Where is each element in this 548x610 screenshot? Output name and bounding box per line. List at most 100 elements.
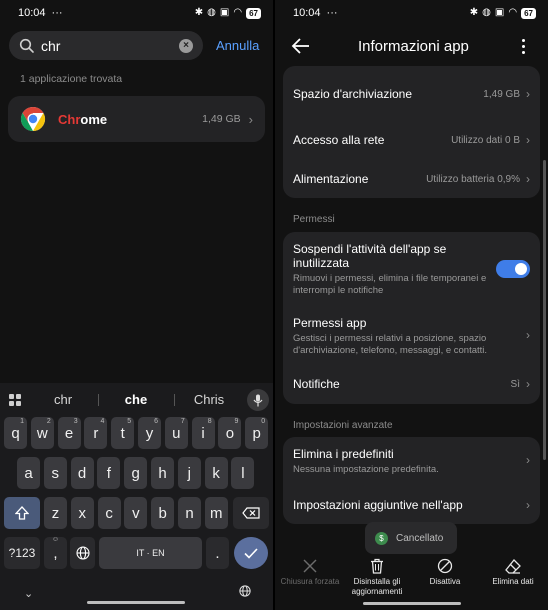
- key-c[interactable]: c: [97, 497, 121, 529]
- key-label: u: [172, 424, 181, 442]
- app-name-rest: ome: [80, 111, 108, 127]
- key-u[interactable]: u7: [164, 417, 188, 449]
- clear-defaults-description: Nessuna impostazione predefinita.: [293, 464, 439, 475]
- key-t[interactable]: t5: [111, 417, 135, 449]
- bluetooth-icon: ✱: [469, 7, 479, 18]
- space-key[interactable]: IT · EN: [99, 537, 202, 569]
- results-count: 1 applicazione trovata: [20, 73, 123, 85]
- scrollbar[interactable]: [543, 160, 546, 460]
- status-bar: 10:04 ··· ✱ ◍ ▣ ◠ 67: [275, 0, 548, 26]
- power-row[interactable]: Alimentazione Utilizzo batteria 0,9% ›: [283, 167, 540, 191]
- clear-data-button[interactable]: Elimina dati: [478, 558, 548, 587]
- search-input[interactable]: [41, 37, 179, 54]
- key-j[interactable]: j: [177, 457, 201, 489]
- permissions-section-header: Permessi: [293, 214, 335, 225]
- key-i[interactable]: i8: [191, 417, 215, 449]
- app-bar: Informazioni app: [275, 30, 548, 64]
- key-e[interactable]: e3: [57, 417, 81, 449]
- clear-search-icon[interactable]: ×: [179, 38, 193, 53]
- key-f[interactable]: f: [97, 457, 121, 489]
- key-k[interactable]: k: [204, 457, 228, 489]
- language-key[interactable]: [70, 537, 95, 569]
- key-h[interactable]: h: [151, 457, 174, 489]
- search-result-chrome[interactable]: Chrome 1,49 GB ›: [8, 96, 265, 142]
- keyboard-menu-icon[interactable]: [9, 394, 21, 406]
- key-g[interactable]: g: [124, 457, 148, 489]
- key-v[interactable]: v: [124, 497, 148, 529]
- key-s[interactable]: s: [43, 457, 67, 489]
- key-m[interactable]: m: [204, 497, 228, 529]
- key-q[interactable]: q1: [4, 417, 27, 449]
- suspend-toggle[interactable]: [496, 260, 530, 278]
- app-permissions-row[interactable]: Permessi app Gestisci i permessi relativ…: [283, 316, 540, 356]
- app-name-highlight: Chr: [58, 111, 81, 127]
- suspend-row[interactable]: Sospendi l'attività dell'app se inutiliz…: [283, 242, 540, 298]
- power-label: Alimentazione: [293, 172, 369, 186]
- key-o[interactable]: o9: [218, 417, 242, 449]
- force-stop-button[interactable]: Chiusura forzata: [275, 558, 345, 587]
- suggestion-1[interactable]: chr: [33, 392, 93, 407]
- disable-button[interactable]: Disattiva: [410, 558, 480, 587]
- suggestion-3[interactable]: Chris: [179, 392, 239, 407]
- key-row-1: q1w2e3r4t5y6u7i8o9p0: [0, 417, 273, 449]
- backspace-key[interactable]: [233, 497, 269, 529]
- key-a[interactable]: a: [17, 457, 40, 489]
- search-bar[interactable]: ×: [9, 31, 203, 60]
- comma-key[interactable]: , ☺: [44, 536, 67, 569]
- key-y[interactable]: y6: [138, 417, 161, 449]
- enter-key[interactable]: [234, 537, 268, 569]
- key-w[interactable]: w2: [30, 417, 54, 449]
- app-name: Chrome: [58, 112, 202, 127]
- storage-label: Spazio d'archiviazione: [293, 87, 413, 101]
- key-x[interactable]: x: [70, 497, 94, 529]
- key-z[interactable]: z: [44, 497, 67, 529]
- disable-label: Disattiva: [429, 577, 461, 586]
- back-arrow-icon[interactable]: [291, 36, 311, 56]
- key-n[interactable]: n: [178, 497, 201, 529]
- status-time: 10:04: [293, 7, 321, 19]
- keyboard: chr che Chris q1w2e3r4t5y6u7i8o9p0 asdfg…: [0, 383, 273, 610]
- shift-key[interactable]: [4, 497, 40, 529]
- status-notification-dots: ···: [51, 7, 63, 19]
- key-hint: 0: [261, 418, 266, 425]
- period-key[interactable]: .: [206, 537, 229, 569]
- globe-bottom-icon[interactable]: [239, 585, 251, 600]
- cancel-button[interactable]: Annulla: [216, 38, 259, 53]
- toast-message: $ Cancellato: [365, 522, 457, 554]
- key-label: w: [36, 424, 48, 442]
- status-time: 10:04: [18, 7, 46, 19]
- key-r[interactable]: r4: [84, 417, 108, 449]
- advanced-card: Elimina i predefiniti Nessuna impostazio…: [283, 437, 540, 524]
- status-bar: 10:04 ··· ✱ ◍ ▣ ◠ 67: [0, 0, 273, 26]
- permissions-card: Sospendi l'attività dell'app se inutiliz…: [283, 232, 540, 404]
- key-b[interactable]: b: [151, 497, 175, 529]
- uninstall-updates-button[interactable]: Disinstalla gli aggiornamenti: [342, 558, 412, 597]
- gesture-bar[interactable]: [87, 601, 185, 604]
- key-p[interactable]: p0: [245, 417, 269, 449]
- network-label: Accesso alla rete: [293, 133, 385, 147]
- hide-keyboard-icon[interactable]: ⌄: [24, 587, 33, 600]
- key-label: r: [93, 424, 99, 442]
- globe-icon: [75, 546, 90, 560]
- key-hint: 2: [46, 418, 51, 425]
- chevron-right-icon: ›: [248, 111, 253, 127]
- gesture-bar[interactable]: [363, 602, 461, 605]
- extra-settings-row[interactable]: Impostazioni aggiuntive nell'app ›: [283, 495, 540, 515]
- storage-value: 1,49 GB: [483, 88, 520, 100]
- symbols-key[interactable]: ?123: [4, 537, 40, 569]
- network-row[interactable]: Accesso alla rete Utilizzo dati 0 B ›: [283, 128, 540, 152]
- battery-icon: 67: [521, 7, 536, 19]
- key-d[interactable]: d: [70, 457, 94, 489]
- notifications-row[interactable]: Notifiche Sì ›: [283, 374, 540, 394]
- key-label: q: [11, 424, 20, 442]
- key-hint: 1: [20, 418, 24, 425]
- notifications-value: Sì: [510, 378, 520, 390]
- key-label: e: [64, 424, 74, 442]
- app-size: 1,49 GB: [202, 113, 241, 125]
- clear-defaults-row[interactable]: Elimina i predefiniti Nessuna impostazio…: [283, 447, 540, 477]
- microphone-icon[interactable]: [247, 389, 269, 411]
- more-options-icon[interactable]: [522, 39, 526, 57]
- suggestion-2[interactable]: che: [106, 392, 166, 407]
- storage-row[interactable]: Spazio d'archiviazione 1,49 GB ›: [283, 82, 540, 106]
- key-l[interactable]: l: [231, 457, 255, 489]
